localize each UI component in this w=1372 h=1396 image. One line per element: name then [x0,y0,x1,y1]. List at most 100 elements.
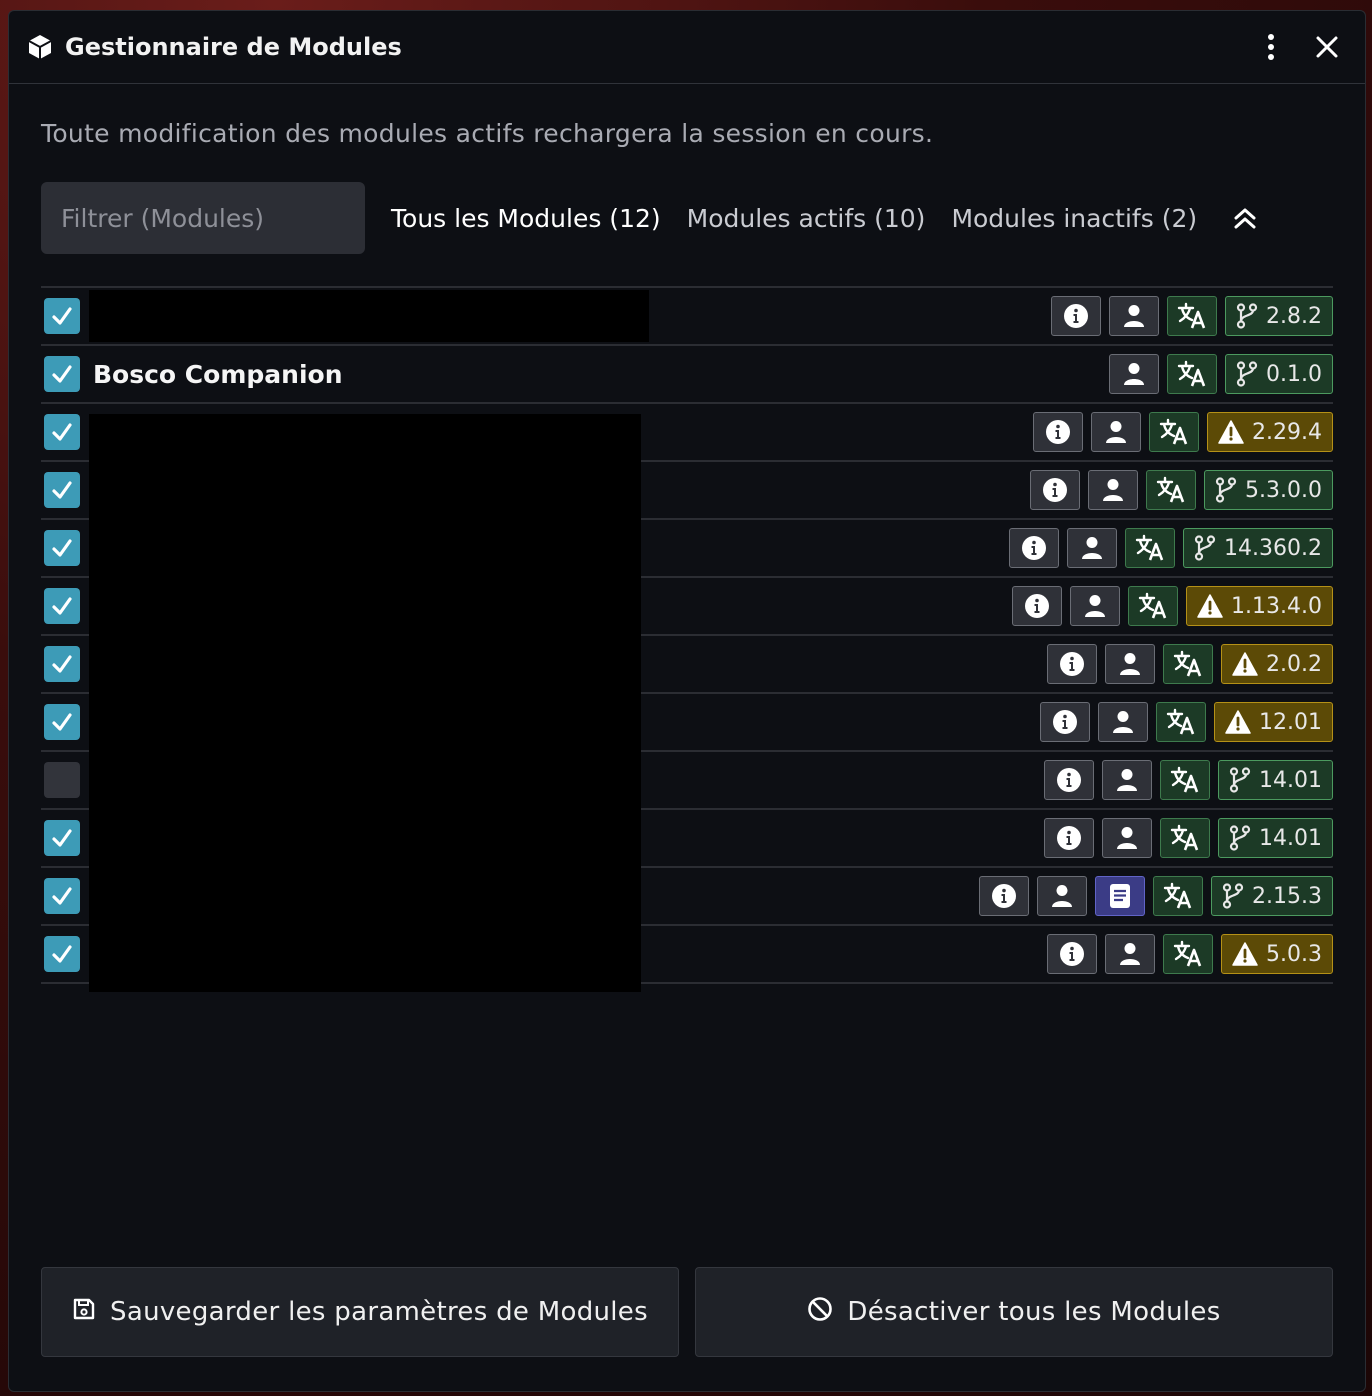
user-icon[interactable] [1102,818,1153,858]
module-badges: 2.29.4 [1025,412,1333,452]
user-icon[interactable] [1098,702,1149,742]
module-checkbox[interactable] [44,646,80,682]
tab-inactive-modules[interactable]: Modules inactifs (2) [951,204,1197,233]
translate-icon[interactable] [1156,702,1207,742]
user-icon[interactable] [1070,586,1121,626]
info-icon[interactable] [979,876,1030,916]
translate-icon[interactable] [1160,760,1211,800]
user-icon[interactable] [1109,296,1160,336]
info-icon[interactable] [1012,586,1063,626]
module-checkbox[interactable] [44,414,80,450]
version-label: 14.01 [1259,767,1322,793]
module-checkbox[interactable] [44,356,80,392]
chevrons-up-icon[interactable] [1225,198,1265,238]
info-icon[interactable] [1009,528,1060,568]
version-badge[interactable]: 2.29.4 [1207,412,1333,452]
info-icon[interactable] [1044,760,1095,800]
version-badge[interactable]: 1.13.4.0 [1186,586,1333,626]
version-label: 2.15.3 [1252,883,1322,909]
version-badge[interactable]: 2.8.2 [1225,296,1333,336]
translate-icon[interactable] [1146,470,1197,510]
version-label: 14.01 [1259,825,1322,851]
user-icon[interactable] [1109,354,1160,394]
tab-active-modules[interactable]: Modules actifs (10) [687,204,926,233]
info-icon[interactable] [1044,818,1095,858]
tab-all-modules[interactable]: Tous les Modules (12) [391,204,661,233]
module-manager-window: Gestionnaire de Modules Toute modificati… [8,10,1366,1392]
user-icon[interactable] [1105,934,1156,974]
version-badge[interactable]: 12.01 [1214,702,1333,742]
redaction-block [89,290,649,342]
warning-icon [1218,420,1244,444]
version-badge[interactable]: 14.01 [1218,818,1333,858]
book-icon[interactable] [1095,876,1146,916]
module-checkbox[interactable] [44,762,80,798]
translate-icon[interactable] [1163,644,1214,684]
titlebar: Gestionnaire de Modules [9,11,1365,84]
module-badges: 5.0.3 [1039,934,1333,974]
git-branch-icon [1229,825,1251,851]
translate-icon[interactable] [1167,296,1218,336]
git-branch-icon [1236,361,1258,387]
info-icon[interactable] [1033,412,1084,452]
module-badges: 14.01 [1036,760,1333,800]
save-modules-button[interactable]: Sauvegarder les paramètres de Modules [41,1267,679,1357]
deactivate-all-label: Désactiver tous les Modules [847,1297,1221,1327]
kebab-menu-icon[interactable] [1251,27,1291,67]
user-icon[interactable] [1091,412,1142,452]
translate-icon[interactable] [1149,412,1200,452]
git-branch-icon [1229,767,1251,793]
version-label: 12.01 [1259,709,1322,735]
floppy-icon [72,1297,96,1328]
version-badge[interactable]: 14.01 [1218,760,1333,800]
version-label: 2.29.4 [1252,419,1322,445]
version-label: 2.8.2 [1266,303,1322,329]
version-badge[interactable]: 5.0.3 [1221,934,1333,974]
user-icon[interactable] [1102,760,1153,800]
git-branch-icon [1215,477,1237,503]
module-checkbox[interactable] [44,588,80,624]
info-icon[interactable] [1047,934,1098,974]
user-icon[interactable] [1088,470,1139,510]
info-icon[interactable] [1047,644,1098,684]
translate-icon[interactable] [1160,818,1211,858]
version-label: 2.0.2 [1266,651,1322,677]
filter-input[interactable] [41,182,365,254]
close-icon[interactable] [1307,27,1347,67]
module-checkbox[interactable] [44,820,80,856]
info-icon[interactable] [1051,296,1102,336]
warning-icon [1197,594,1223,618]
user-icon[interactable] [1105,644,1156,684]
filter-row: Tous les Modules (12) Modules actifs (10… [41,182,1333,254]
translate-icon[interactable] [1167,354,1218,394]
module-checkbox[interactable] [44,530,80,566]
version-badge[interactable]: 5.3.0.0 [1204,470,1333,510]
info-icon[interactable] [1030,470,1081,510]
module-badges: 1.13.4.0 [1004,586,1333,626]
module-checkbox[interactable] [44,472,80,508]
module-checkbox[interactable] [44,704,80,740]
save-modules-label: Sauvegarder les paramètres de Modules [110,1297,648,1327]
module-checkbox[interactable] [44,298,80,334]
warning-icon [1225,710,1251,734]
info-icon[interactable] [1040,702,1091,742]
version-badge[interactable]: 14.360.2 [1183,528,1333,568]
version-badge[interactable]: 2.0.2 [1221,644,1333,684]
deactivate-all-button[interactable]: Désactiver tous les Modules [695,1267,1333,1357]
translate-icon[interactable] [1128,586,1179,626]
module-checkbox[interactable] [44,936,80,972]
version-badge[interactable]: 2.15.3 [1211,876,1333,916]
git-branch-icon [1236,303,1258,329]
translate-icon[interactable] [1125,528,1176,568]
module-badges: 2.0.2 [1039,644,1333,684]
git-branch-icon [1222,883,1244,909]
user-icon[interactable] [1067,528,1118,568]
user-icon[interactable] [1037,876,1088,916]
translate-icon[interactable] [1153,876,1204,916]
translate-icon[interactable] [1163,934,1214,974]
window-title: Gestionnaire de Modules [65,33,402,61]
reload-notice: Toute modification des modules actifs re… [41,119,934,148]
module-row: Bosco Companion 0.1.0 [41,346,1333,404]
version-badge[interactable]: 0.1.0 [1225,354,1333,394]
module-checkbox[interactable] [44,878,80,914]
